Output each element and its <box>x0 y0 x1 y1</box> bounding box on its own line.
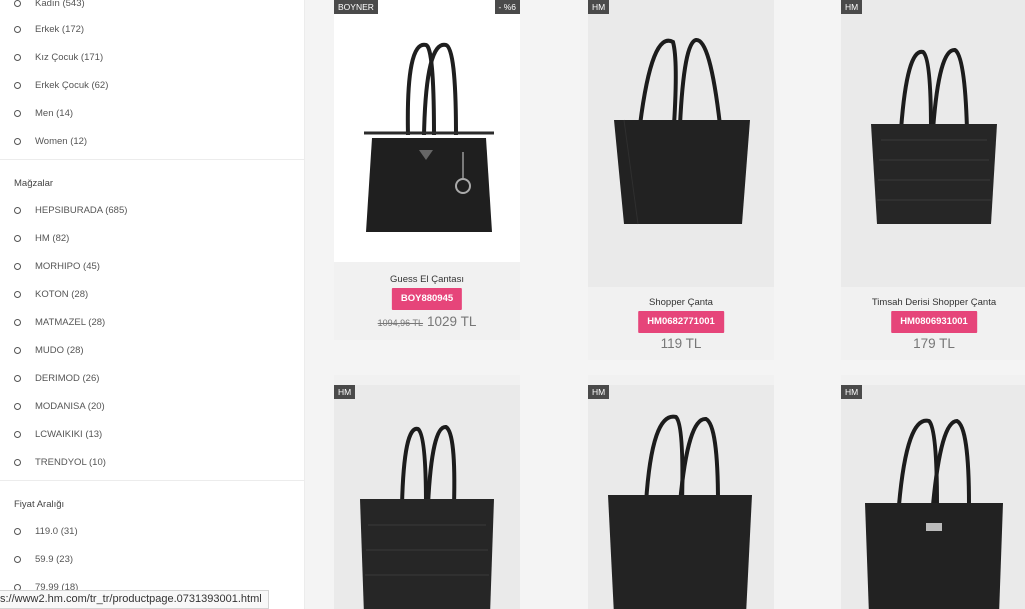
product-name[interactable]: Guess El Çantası <box>334 274 520 285</box>
store-badge: HM <box>588 385 610 399</box>
handbag-icon <box>614 38 750 225</box>
product-name[interactable]: Shopper Çanta <box>588 297 774 308</box>
product-card[interactable]: HM <box>588 375 774 609</box>
price-row: 1094,96 TL 1029 TL <box>334 313 520 331</box>
store-badge: HM <box>334 385 356 399</box>
filter-option-kiz-cocuk[interactable]: Kız Çocuk (171) <box>14 50 103 64</box>
product-card[interactable]: HM Shopper Çanta HM0682771001 119 TL <box>588 0 774 360</box>
filter-option-erkek-cocuk[interactable]: Erkek Çocuk (62) <box>14 78 108 92</box>
radio-icon <box>14 137 21 145</box>
filter-option-price[interactable]: 119.0 (31) <box>14 524 78 538</box>
price: 1029 TL <box>427 314 477 329</box>
radio-icon <box>14 234 21 242</box>
filter-option-men[interactable]: Men (14) <box>14 106 73 120</box>
radio-icon <box>14 53 21 61</box>
price-row: 119 TL <box>588 335 774 353</box>
filter-option-women[interactable]: Women (12) <box>14 134 87 148</box>
radio-icon <box>14 0 21 7</box>
price: 179 TL <box>913 336 955 351</box>
discount-badge: - %6 <box>494 0 520 14</box>
filter-option-kadin[interactable]: Kadın (543) <box>14 0 85 10</box>
product-image[interactable]: HM <box>334 385 520 609</box>
product-image[interactable]: HM <box>841 385 1025 609</box>
radio-icon <box>14 206 21 214</box>
radio-icon <box>14 81 21 89</box>
stores-heading: Mağzalar <box>14 178 54 189</box>
store-badge: HM <box>841 0 863 14</box>
filter-option-store[interactable]: HM (82) <box>14 231 69 245</box>
handbag-icon <box>865 418 1003 609</box>
product-image[interactable]: HM <box>588 0 774 287</box>
price-range-heading: Fiyat Aralığı <box>14 499 65 510</box>
store-badge: HM <box>588 0 610 14</box>
handbag-icon <box>608 414 752 609</box>
filter-option-store[interactable]: MATMAZEL (28) <box>14 315 105 329</box>
product-card[interactable]: HM <box>334 375 520 609</box>
radio-icon <box>14 109 21 117</box>
product-image[interactable]: HM <box>841 0 1025 287</box>
product-code-button[interactable]: HM0682771001 <box>638 311 724 333</box>
radio-icon <box>14 555 21 563</box>
store-badge: BOYNER <box>334 0 378 14</box>
handbag-icon <box>360 425 494 609</box>
filter-option-price[interactable]: 59.9 (23) <box>14 552 73 566</box>
divider <box>0 480 304 481</box>
radio-icon <box>14 458 21 466</box>
price-row: 179 TL <box>841 335 1025 353</box>
radio-icon <box>14 262 21 270</box>
filter-option-store[interactable]: MORHIPO (45) <box>14 259 100 273</box>
price: 119 TL <box>660 336 702 351</box>
radio-icon <box>14 402 21 410</box>
radio-icon <box>14 290 21 298</box>
link-status-bar: s://www2.hm.com/tr_tr/productpage.073139… <box>0 590 269 609</box>
handbag-icon <box>364 42 494 232</box>
radio-icon <box>14 25 21 33</box>
filter-option-store[interactable]: LCWAIKIKI (13) <box>14 427 102 441</box>
old-price: 1094,96 TL <box>377 318 424 328</box>
radio-icon <box>14 346 21 354</box>
filter-option-store[interactable]: HEPSIBURADA (685) <box>14 203 127 217</box>
product-card[interactable]: BOYNER - %6 Guess El Çantası BOY880945 1… <box>334 0 520 340</box>
product-card[interactable]: HM Timsah Derisi Shopper Çanta HM0806931… <box>841 0 1025 360</box>
handbag-icon <box>871 48 997 224</box>
divider <box>0 159 304 160</box>
product-code-button[interactable]: BOY880945 <box>391 288 463 310</box>
product-code-button[interactable]: HM0806931001 <box>891 311 977 333</box>
product-name[interactable]: Timsah Derisi Shopper Çanta <box>841 297 1025 308</box>
product-image[interactable]: HM <box>588 385 774 609</box>
product-image[interactable]: BOYNER - %6 <box>334 0 520 262</box>
radio-icon <box>14 318 21 326</box>
store-badge: HM <box>841 385 863 399</box>
radio-icon <box>14 430 21 438</box>
filter-option-store[interactable]: MUDO (28) <box>14 343 84 357</box>
filter-option-store[interactable]: MODANISA (20) <box>14 399 105 413</box>
radio-icon <box>14 527 21 535</box>
product-grid: BOYNER - %6 Guess El Çantası BOY880945 1… <box>305 0 1025 609</box>
filter-option-store[interactable]: TRENDYOL (10) <box>14 455 106 469</box>
filter-option-store[interactable]: KOTON (28) <box>14 287 88 301</box>
filter-option-store[interactable]: DERIMOD (26) <box>14 371 99 385</box>
radio-icon <box>14 374 21 382</box>
filter-option-erkek[interactable]: Erkek (172) <box>14 22 84 36</box>
product-card[interactable]: HM <box>841 375 1025 609</box>
filter-sidebar: Kadın (543) Erkek (172) Kız Çocuk (171) … <box>0 0 305 609</box>
